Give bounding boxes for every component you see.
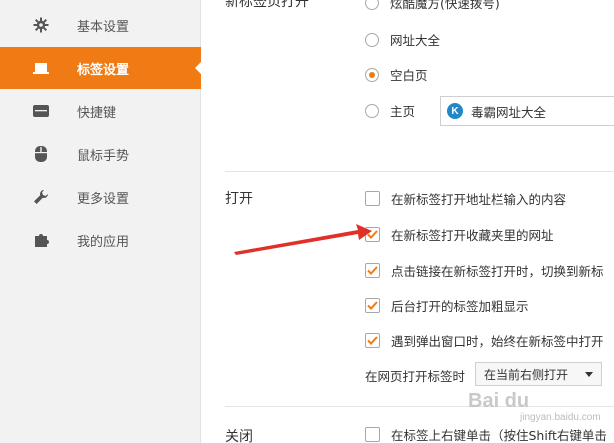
sidebar-item-more-settings[interactable]: 更多设置 bbox=[0, 176, 201, 218]
checkbox-popup-in-new-tab[interactable]: 遇到弹出窗口时，始终在新标签中打开 bbox=[365, 331, 604, 350]
select-value: 在当前右侧打开 bbox=[484, 367, 569, 382]
tab-icon bbox=[32, 59, 50, 77]
radio-button[interactable] bbox=[365, 32, 379, 47]
section-divider bbox=[225, 406, 614, 407]
mouse-icon bbox=[32, 145, 50, 163]
baidu-watermark-sub: jingyan.baidu.com bbox=[520, 412, 601, 423]
keyboard-icon bbox=[32, 102, 50, 120]
checkbox-open-favorites[interactable]: 在新标签打开收藏夹里的网址 bbox=[365, 225, 554, 244]
site-logo-icon: K bbox=[447, 103, 463, 119]
checkbox-label: 在新标签打开收藏夹里的网址 bbox=[391, 228, 554, 243]
checkbox-open-addressbar[interactable]: 在新标签打开地址栏输入的内容 bbox=[365, 189, 566, 208]
radio-option-url-directory[interactable]: 网址大全 bbox=[365, 30, 440, 49]
checkbox[interactable] bbox=[365, 191, 380, 206]
sidebar-item-mouse-gestures[interactable]: 鼠标手势 bbox=[0, 133, 201, 175]
sidebar-item-label: 标签设置 bbox=[77, 62, 130, 78]
section-label-open: 打开 bbox=[225, 191, 253, 207]
homepage-value: 毒霸网址大全 bbox=[471, 104, 547, 120]
gear-icon bbox=[32, 16, 50, 34]
tab-position-select[interactable]: 在当前右侧打开 bbox=[475, 362, 602, 386]
checkbox[interactable] bbox=[365, 333, 380, 348]
checkbox-switch-to-new-tab[interactable]: 点击链接在新标签打开时，切换到新标 bbox=[365, 261, 604, 280]
settings-content: 新标签页打开 炫酷魔方(快速拨号) 网址大全 空白页 主页 K 毒霸网址大全 打… bbox=[201, 0, 614, 443]
radio-button[interactable] bbox=[365, 103, 379, 118]
checkbox-bold-background-tabs[interactable]: 后台打开的标签加粗显示 bbox=[365, 296, 529, 315]
puzzle-icon bbox=[32, 231, 50, 249]
checkbox-label: 后台打开的标签加粗显示 bbox=[391, 299, 529, 314]
sidebar-item-label: 我的应用 bbox=[77, 234, 130, 250]
checkbox[interactable] bbox=[365, 298, 380, 313]
checkbox-label: 遇到弹出窗口时，始终在新标签中打开 bbox=[391, 334, 604, 349]
sidebar-item-label: 基本设置 bbox=[77, 19, 130, 35]
homepage-field[interactable]: K 毒霸网址大全 bbox=[440, 96, 614, 126]
sidebar-item-my-apps[interactable]: 我的应用 bbox=[0, 219, 201, 261]
checkbox[interactable] bbox=[365, 263, 380, 278]
checkbox-label: 在新标签打开地址栏输入的内容 bbox=[391, 192, 567, 207]
radio-label: 网址大全 bbox=[390, 33, 441, 48]
section-label-new-tab: 新标签页打开 bbox=[225, 0, 309, 10]
settings-sidebar: 基本设置 标签设置 快捷键 鼠标手势 更多设置 我的应用 bbox=[0, 0, 202, 443]
radio-label: 炫酷魔方(快速拨号) bbox=[390, 0, 500, 11]
radio-option-homepage[interactable]: 主页 bbox=[365, 101, 415, 120]
section-divider bbox=[225, 171, 614, 172]
checkbox[interactable] bbox=[365, 227, 380, 242]
checkbox-label: 点击链接在新标签打开时，切换到新标 bbox=[391, 264, 604, 279]
tab-position-label: 在网页打开标签时 bbox=[365, 369, 466, 384]
radio-button[interactable] bbox=[365, 0, 379, 10]
baidu-watermark: Bai du bbox=[468, 390, 530, 412]
checkbox-label: 在标签上右键单击（按住Shift右键单击 bbox=[391, 428, 607, 443]
chevron-down-icon bbox=[585, 372, 593, 377]
checkbox-right-click-close[interactable]: 在标签上右键单击（按住Shift右键单击 bbox=[365, 425, 607, 443]
sidebar-item-tabs[interactable]: 标签设置 bbox=[0, 47, 202, 89]
sidebar-item-basic[interactable]: 基本设置 bbox=[0, 4, 201, 46]
settings-window: 基本设置 标签设置 快捷键 鼠标手势 更多设置 我的应用 新标签页打开 炫酷魔方… bbox=[0, 0, 614, 443]
radio-button[interactable] bbox=[365, 67, 379, 82]
radio-option-speed-dial[interactable]: 炫酷魔方(快速拨号) bbox=[365, 0, 500, 12]
sidebar-item-label: 鼠标手势 bbox=[77, 148, 130, 164]
radio-label: 主页 bbox=[390, 104, 416, 119]
sidebar-item-shortcuts[interactable]: 快捷键 bbox=[0, 90, 201, 132]
radio-option-blank-page[interactable]: 空白页 bbox=[365, 65, 428, 84]
sidebar-item-label: 更多设置 bbox=[77, 191, 130, 207]
section-label-close: 关闭 bbox=[225, 429, 253, 443]
radio-label: 空白页 bbox=[390, 68, 428, 83]
checkbox[interactable] bbox=[365, 427, 380, 442]
sidebar-item-label: 快捷键 bbox=[77, 105, 117, 121]
wrench-icon bbox=[32, 188, 50, 206]
